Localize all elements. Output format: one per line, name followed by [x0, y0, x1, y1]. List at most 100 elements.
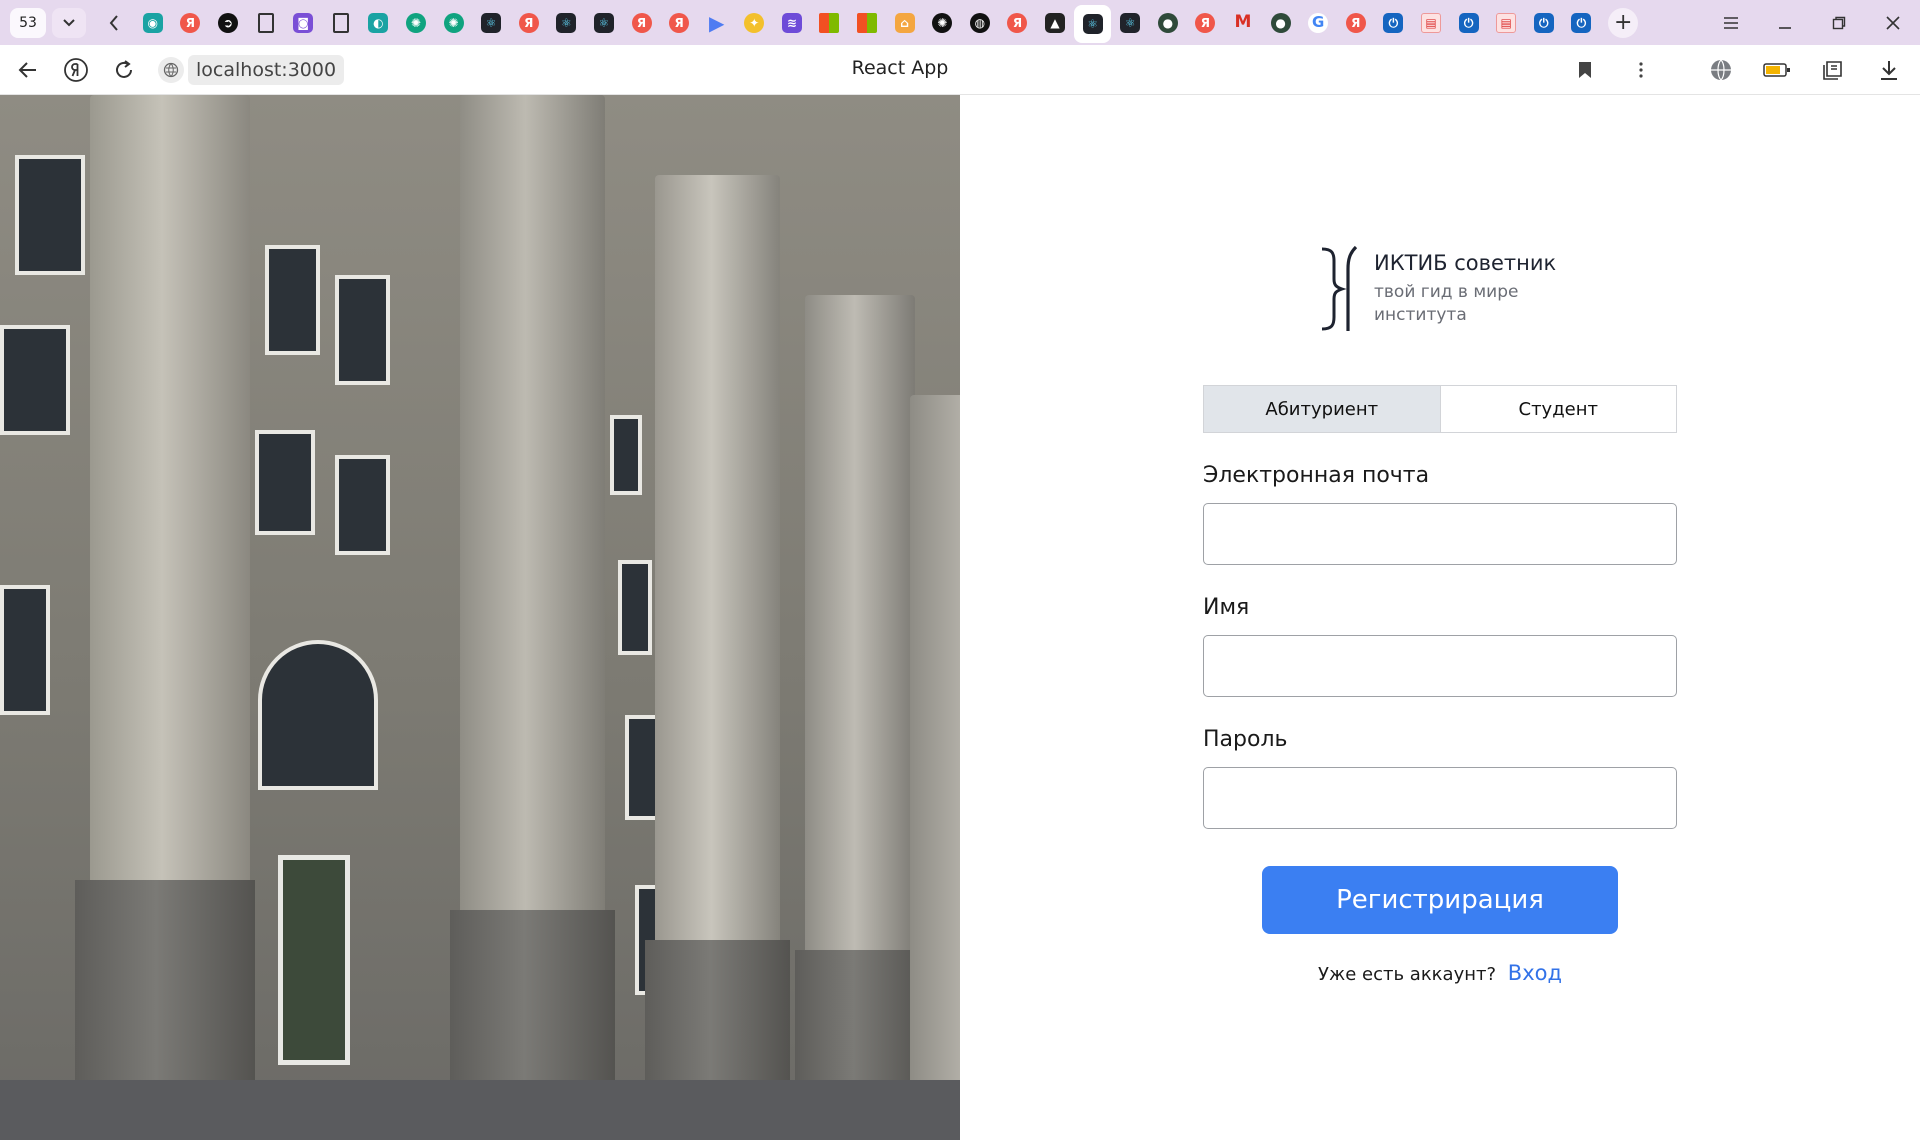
react-icon: ⚛: [1120, 12, 1141, 33]
tab-react[interactable]: ⚛: [472, 0, 510, 45]
tab-blue-power[interactable]: ⏻: [1450, 0, 1488, 45]
tab-pdf[interactable]: ▤: [1487, 0, 1525, 45]
blue-power-icon: ⏻: [1383, 12, 1404, 33]
tab-purple-app[interactable]: ◙: [284, 0, 322, 45]
home-icon: ⌂: [894, 12, 915, 33]
name-field[interactable]: [1203, 635, 1677, 697]
tab-openai[interactable]: ✺: [923, 0, 961, 45]
tab-image[interactable]: ▲: [1036, 0, 1074, 45]
brand-mark-icon: [1321, 245, 1358, 331]
tab-doc[interactable]: [322, 0, 360, 45]
tab-github[interactable]: ◍: [961, 0, 999, 45]
arrow-left-icon: [18, 61, 36, 78]
tab-stack[interactable]: ≋: [773, 0, 811, 45]
address-url[interactable]: localhost:3000: [188, 54, 345, 85]
tab-blue-power[interactable]: ⏻: [1563, 0, 1601, 45]
restore-icon: [1832, 16, 1846, 29]
tab-react[interactable]: ⚛: [548, 0, 586, 45]
tab-microsoft[interactable]: [811, 0, 849, 45]
tab-duck[interactable]: ✦: [736, 0, 774, 45]
blue-power-icon: ⏻: [1533, 12, 1554, 33]
react-icon: ⚛: [556, 12, 577, 33]
login-prompt: Уже есть аккаунт? Вход: [960, 961, 1920, 985]
tab-planet[interactable]: ●: [1262, 0, 1300, 45]
tab-react[interactable]: ⚛: [585, 0, 623, 45]
building-photo: [0, 95, 960, 1140]
tab-gmail[interactable]: M: [1224, 0, 1262, 45]
back-button[interactable]: [8, 50, 48, 90]
password-field[interactable]: [1203, 767, 1677, 829]
microsoft-icon: [857, 12, 878, 33]
planet-icon: ●: [1270, 12, 1291, 33]
tab-microsoft[interactable]: [848, 0, 886, 45]
tab-doc[interactable]: [247, 0, 285, 45]
tabs-scroll-left-button[interactable]: [98, 8, 130, 38]
tab-yandex[interactable]: Я: [660, 0, 698, 45]
tab-blue-power[interactable]: ⏻: [1525, 0, 1563, 45]
tab-home[interactable]: ⌂: [886, 0, 924, 45]
yandex-button[interactable]: [56, 50, 96, 90]
bookmark-button[interactable]: [1568, 53, 1602, 87]
microsoft-icon: [819, 12, 840, 33]
address-bar[interactable]: localhost:3000: [158, 54, 345, 86]
tab-yandex[interactable]: Я: [172, 0, 210, 45]
doc-icon: [257, 12, 274, 33]
collections-icon: [1823, 61, 1842, 80]
tab-yandex[interactable]: Я: [623, 0, 661, 45]
login-question: Уже есть аккаунт?: [1318, 964, 1497, 985]
building-door: [278, 855, 350, 1065]
close-window-button[interactable]: [1866, 0, 1920, 45]
browser-toolbar: localhost:3000 React App: [0, 45, 1920, 95]
tab-chatgpt[interactable]: ✺: [435, 0, 473, 45]
email-field[interactable]: [1203, 503, 1677, 565]
yandex-icon: Я: [1007, 12, 1028, 33]
new-tab-button[interactable]: +: [1608, 7, 1639, 38]
minimize-button[interactable]: [1758, 0, 1812, 45]
name-label: Имя: [1203, 595, 1250, 620]
tab-blue-power[interactable]: ⏻: [1375, 0, 1413, 45]
openai-icon: ✺: [932, 12, 953, 33]
restore-button[interactable]: [1812, 0, 1866, 45]
role-switch: Абитуриент Студент: [1203, 385, 1677, 433]
bookmark-icon: [1579, 62, 1591, 78]
toolbar-right: [1568, 45, 1906, 95]
stack-icon: ≋: [781, 12, 802, 33]
tab-planet[interactable]: ●: [1149, 0, 1187, 45]
vpn-button[interactable]: [1704, 53, 1738, 87]
tabs-dropdown-button[interactable]: [52, 7, 86, 38]
login-link[interactable]: Вход: [1508, 961, 1562, 985]
battery-saver-button[interactable]: [1760, 53, 1794, 87]
yandex-icon: Я: [669, 12, 690, 33]
more-options-button[interactable]: [1624, 53, 1658, 87]
tab-chatgpt[interactable]: ✺: [397, 0, 435, 45]
tab-yandex[interactable]: Я: [1337, 0, 1375, 45]
menu-button[interactable]: [1704, 0, 1758, 45]
tab-yandex[interactable]: Я: [999, 0, 1037, 45]
role-tab-applicant[interactable]: Абитуриент: [1204, 386, 1441, 432]
site-info-icon[interactable]: [158, 56, 184, 83]
collections-button[interactable]: [1816, 53, 1850, 87]
tab-play[interactable]: ▶: [698, 0, 736, 45]
duck-icon: ✦: [744, 12, 765, 33]
tab-google[interactable]: G: [1299, 0, 1337, 45]
register-button[interactable]: Регистрирация: [1262, 866, 1618, 934]
yandex-icon: Я: [1345, 12, 1366, 33]
tab-count: 53: [19, 14, 37, 31]
download-icon: [1881, 61, 1897, 80]
role-tab-student[interactable]: Студент: [1441, 386, 1677, 432]
reload-button[interactable]: [104, 50, 144, 90]
hamburger-icon: [1724, 16, 1738, 29]
tab-count-button[interactable]: 53: [10, 7, 46, 38]
password-label: Пароль: [1203, 727, 1288, 752]
tab-yandex[interactable]: Я: [1187, 0, 1225, 45]
tab-ai-assistant[interactable]: ◉: [134, 0, 172, 45]
tab-pinwheel[interactable]: ➲: [209, 0, 247, 45]
tab-react[interactable]: ⚛: [1111, 0, 1149, 45]
more-vertical-icon: [1639, 62, 1643, 78]
tab-teal-app[interactable]: ◐: [360, 0, 398, 45]
tab-react[interactable]: ⚛: [1073, 4, 1112, 43]
downloads-button[interactable]: [1872, 53, 1906, 87]
github-icon: ◍: [969, 12, 990, 33]
tab-pdf[interactable]: ▤: [1412, 0, 1450, 45]
tab-yandex[interactable]: Я: [510, 0, 548, 45]
